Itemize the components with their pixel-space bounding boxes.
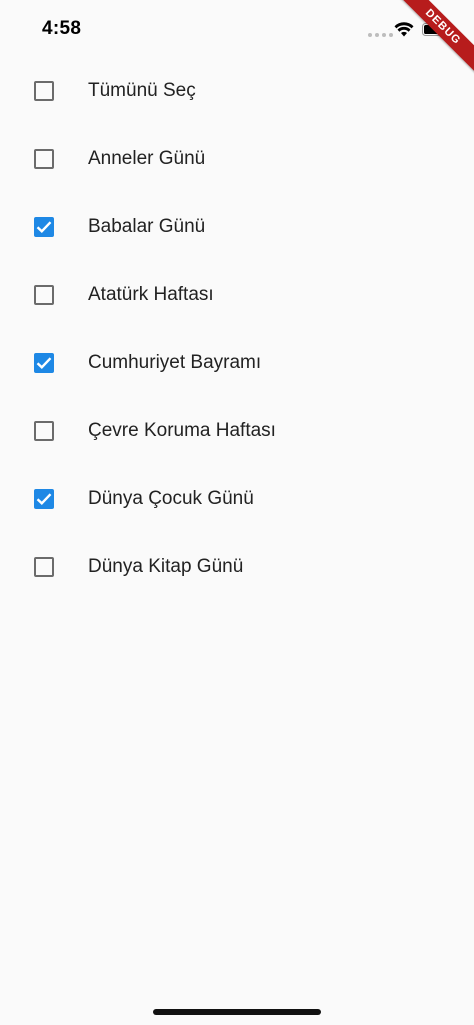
item-label: Dünya Kitap Günü — [88, 556, 244, 577]
item-label: Babalar Günü — [88, 216, 206, 237]
checkbox[interactable] — [34, 421, 54, 441]
list-item[interactable]: Çevre Koruma Haftası — [0, 397, 474, 465]
checkmark-icon — [36, 357, 52, 369]
checkbox[interactable] — [34, 149, 54, 169]
item-label: Tümünü Seç — [88, 80, 196, 101]
home-indicator[interactable] — [153, 1009, 321, 1015]
list-item[interactable]: Anneler Günü — [0, 125, 474, 193]
checkbox[interactable] — [34, 353, 54, 373]
status-time: 4:58 — [42, 18, 82, 39]
checkbox[interactable] — [34, 557, 54, 577]
checkbox[interactable] — [34, 489, 54, 509]
list-item-select-all[interactable]: Tümünü Seç — [0, 57, 474, 125]
item-label: Anneler Günü — [88, 148, 206, 169]
item-label: Atatürk Haftası — [88, 284, 214, 305]
checkbox[interactable] — [34, 81, 54, 101]
list-item[interactable]: Dünya Çocuk Günü — [0, 465, 474, 533]
checkbox-list: Tümünü Seç Anneler Günü Babalar Günü Ata… — [0, 57, 474, 601]
item-label: Dünya Çocuk Günü — [88, 488, 254, 509]
list-item[interactable]: Cumhuriyet Bayramı — [0, 329, 474, 397]
item-label: Cumhuriyet Bayramı — [88, 352, 262, 373]
checkmark-icon — [36, 493, 52, 505]
list-item[interactable]: Dünya Kitap Günü — [0, 533, 474, 601]
item-label: Çevre Koruma Haftası — [88, 420, 276, 441]
checkbox[interactable] — [34, 217, 54, 237]
list-item[interactable]: Atatürk Haftası — [0, 261, 474, 329]
checkbox[interactable] — [34, 285, 54, 305]
list-item[interactable]: Babalar Günü — [0, 193, 474, 261]
checkmark-icon — [36, 221, 52, 233]
